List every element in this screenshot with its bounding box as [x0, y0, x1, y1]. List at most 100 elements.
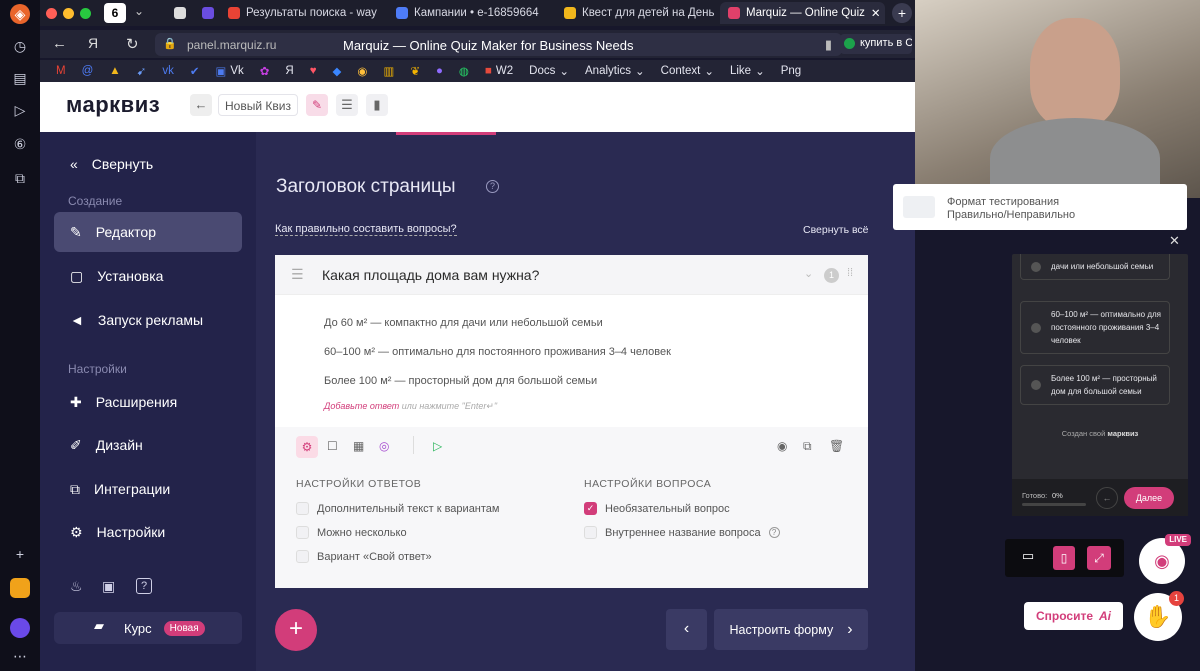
bookmark-docs[interactable]: Docs ⌄	[529, 64, 569, 78]
chevron-down-icon[interactable]: ⌄	[804, 267, 813, 280]
play-icon[interactable]: ▷	[10, 100, 30, 120]
answer-setting-checkbox[interactable]: Дополнительный текст к вариантам	[296, 502, 499, 515]
chevron-down-icon[interactable]: ⌄	[134, 4, 144, 18]
trash-icon[interactable]: 🗑	[829, 439, 844, 453]
next-form-button[interactable]: Настроить форму ›	[714, 609, 868, 650]
drive-bookmark-icon[interactable]: ▲	[109, 65, 120, 77]
whatsapp-bookmark-icon[interactable]: ◍	[459, 64, 469, 78]
preview-answer[interactable]: Более 100 м² — простор­ный дом для больш…	[1020, 365, 1170, 405]
quiz-name-field[interactable]: Новый Квиз	[218, 94, 298, 116]
maximize-window-icon[interactable]	[80, 8, 91, 19]
sidebar-item-settings[interactable]: ⚙ Настройки	[54, 512, 242, 552]
lightbulb-icon[interactable]: ♨	[70, 578, 83, 595]
add-answer-row[interactable]: Добавьте ответ или нажмите "Enter↵"	[324, 401, 497, 412]
preview-next-button[interactable]: Далее	[1124, 487, 1174, 509]
globe-bookmark-icon[interactable]: ◉	[357, 64, 367, 78]
answer-option[interactable]: Более 100 м² — просторный дом для большо…	[324, 375, 597, 387]
edit-pencil-icon[interactable]: ✎	[306, 94, 328, 116]
add-icon[interactable]: +	[10, 544, 30, 564]
bookmark-context[interactable]: Context ⌄	[661, 64, 714, 78]
brave-icon[interactable]: ◈	[10, 4, 30, 24]
grip-icon[interactable]: ⁞⁞	[847, 267, 853, 279]
bookmark-vk[interactable]: ▣ Vk	[215, 64, 243, 78]
at-bookmark-icon[interactable]: @	[82, 65, 94, 77]
chat-bookmark-icon[interactable]: ♥	[310, 65, 317, 77]
sidebar-item-design[interactable]: ✐ Дизайн	[54, 425, 242, 465]
diamond-bookmark-icon[interactable]: ◆	[333, 64, 342, 78]
preview-answer[interactable]: дачи или небольшой семьи	[1020, 254, 1170, 280]
prev-button[interactable]: ‹	[666, 609, 707, 650]
add-question-button[interactable]: +	[275, 609, 317, 651]
fullscreen-icon[interactable]: ⤢	[1087, 546, 1111, 570]
drag-handle-icon[interactable]: ☰	[291, 266, 304, 283]
close-tab-icon[interactable]: ✕	[871, 6, 881, 20]
preview-answer[interactable]: 60–100 м² — оптимально для постоянного п…	[1020, 301, 1170, 354]
back-arrow-icon[interactable]: ←	[190, 94, 212, 116]
tab-gmail[interactable]: Результаты поиска - way	[220, 2, 385, 24]
tab-shop[interactable]: купить в С	[840, 34, 912, 54]
page-heading[interactable]: Заголовок страницы	[276, 176, 456, 198]
checkbox[interactable]	[584, 526, 597, 539]
bookmark-analytics[interactable]: Analytics ⌄	[585, 64, 645, 78]
yandex-icon[interactable]: Я	[88, 35, 98, 51]
ai-icon[interactable]: ◎	[379, 439, 389, 453]
collapse-all-link[interactable]: Свернуть всё	[803, 224, 869, 236]
gmail-bookmark-icon[interactable]: M	[56, 65, 66, 77]
bookmark-w2[interactable]: ■ W2	[485, 65, 513, 77]
checkbox[interactable]	[296, 550, 309, 563]
folder-plus-icon[interactable]: ▣	[102, 578, 115, 595]
alice-icon[interactable]	[10, 618, 30, 638]
pinned-tab[interactable]	[194, 2, 222, 24]
apps-bookmark-icon[interactable]: ✿	[260, 64, 270, 78]
history-icon[interactable]: ◷	[10, 36, 30, 56]
answer-setting-checkbox[interactable]: Вариант «Свой ответ»	[296, 550, 432, 563]
stats-icon[interactable]: ▮	[366, 94, 388, 116]
chart-bookmark-icon[interactable]: ▥	[383, 64, 394, 78]
course-button[interactable]: ▰ Курс Новая	[54, 612, 242, 644]
sidebar-item-ads[interactable]: ◄ Запуск рекламы	[54, 300, 242, 340]
screenshot-icon[interactable]: ⧉	[10, 168, 30, 188]
desktop-icon[interactable]: ▭	[1017, 548, 1039, 568]
format-card[interactable]: Формат тестирования Правильно/Неправильн…	[893, 184, 1187, 230]
bookmark-icon[interactable]: ▮	[825, 37, 832, 53]
help-link[interactable]: Как правильно составить вопросы?	[275, 223, 457, 236]
close-icon[interactable]: ✕	[1169, 233, 1180, 249]
answer-option[interactable]: 60–100 м² — оптимально для постоянного п…	[324, 346, 671, 358]
arrow-bookmark-icon[interactable]: ➹	[137, 64, 147, 78]
minimize-window-icon[interactable]	[63, 8, 74, 19]
checkbox[interactable]	[296, 502, 309, 515]
bookmark-png[interactable]: Png	[781, 65, 801, 77]
internal-name-checkbox[interactable]: Внутреннее название вопроса?	[584, 526, 780, 539]
close-window-icon[interactable]	[46, 8, 57, 19]
ask-ai-button[interactable]: Спросите Ai	[1024, 602, 1123, 630]
play-icon[interactable]: ▷	[433, 439, 442, 453]
answer-setting-checkbox[interactable]: Можно несколько	[296, 526, 407, 539]
chat-wave-button[interactable]: ✋ 1	[1134, 591, 1184, 641]
question-mark-icon[interactable]: ?	[486, 180, 499, 193]
tab-marquiz[interactable]: Marquiz — Online Quiz ✕	[720, 2, 885, 24]
sidebar-item-install[interactable]: ▢ Установка	[54, 256, 242, 296]
eye-icon[interactable]: ◉	[777, 439, 787, 453]
url-field[interactable]: 🔒 panel.marquiz.ru Marquiz — Online Quiz…	[155, 33, 842, 56]
collections-icon[interactable]: ▤	[10, 68, 30, 88]
check-bookmark-icon[interactable]: ✔	[190, 64, 200, 78]
pinned-tab[interactable]	[166, 2, 194, 24]
mobile-icon[interactable]: ▯	[1053, 546, 1075, 570]
live-preview-button[interactable]: ◉ LIVE	[1139, 534, 1191, 584]
add-answer-link[interactable]: Добавьте ответ	[324, 401, 399, 411]
question-title[interactable]: Какая площадь дома вам нужна?	[322, 267, 539, 283]
new-tab-icon[interactable]: +	[892, 3, 912, 23]
cloud-bookmark-icon[interactable]: ●	[436, 65, 443, 77]
tab-counter-icon[interactable]: 6	[104, 3, 126, 23]
reload-icon[interactable]: ↻	[126, 35, 139, 53]
checkbox-checked[interactable]: ✓	[584, 502, 597, 515]
tab-quest[interactable]: Квест для детей на День	[556, 2, 721, 24]
sidebar-item-integrations[interactable]: ⧉ Интеграции	[54, 469, 242, 509]
help-icon[interactable]: ?	[136, 578, 152, 594]
sidebar-collapse[interactable]: « Свернуть	[54, 144, 242, 184]
checkbox[interactable]	[296, 526, 309, 539]
answer-option[interactable]: До 60 м² — компактно для дачи или неболь…	[324, 317, 603, 329]
question-mark-icon[interactable]: ?	[768, 527, 780, 538]
bulb-bookmark-icon[interactable]: ❦	[410, 64, 420, 78]
sidebar-item-extensions[interactable]: ✚ Расширения	[54, 382, 242, 422]
